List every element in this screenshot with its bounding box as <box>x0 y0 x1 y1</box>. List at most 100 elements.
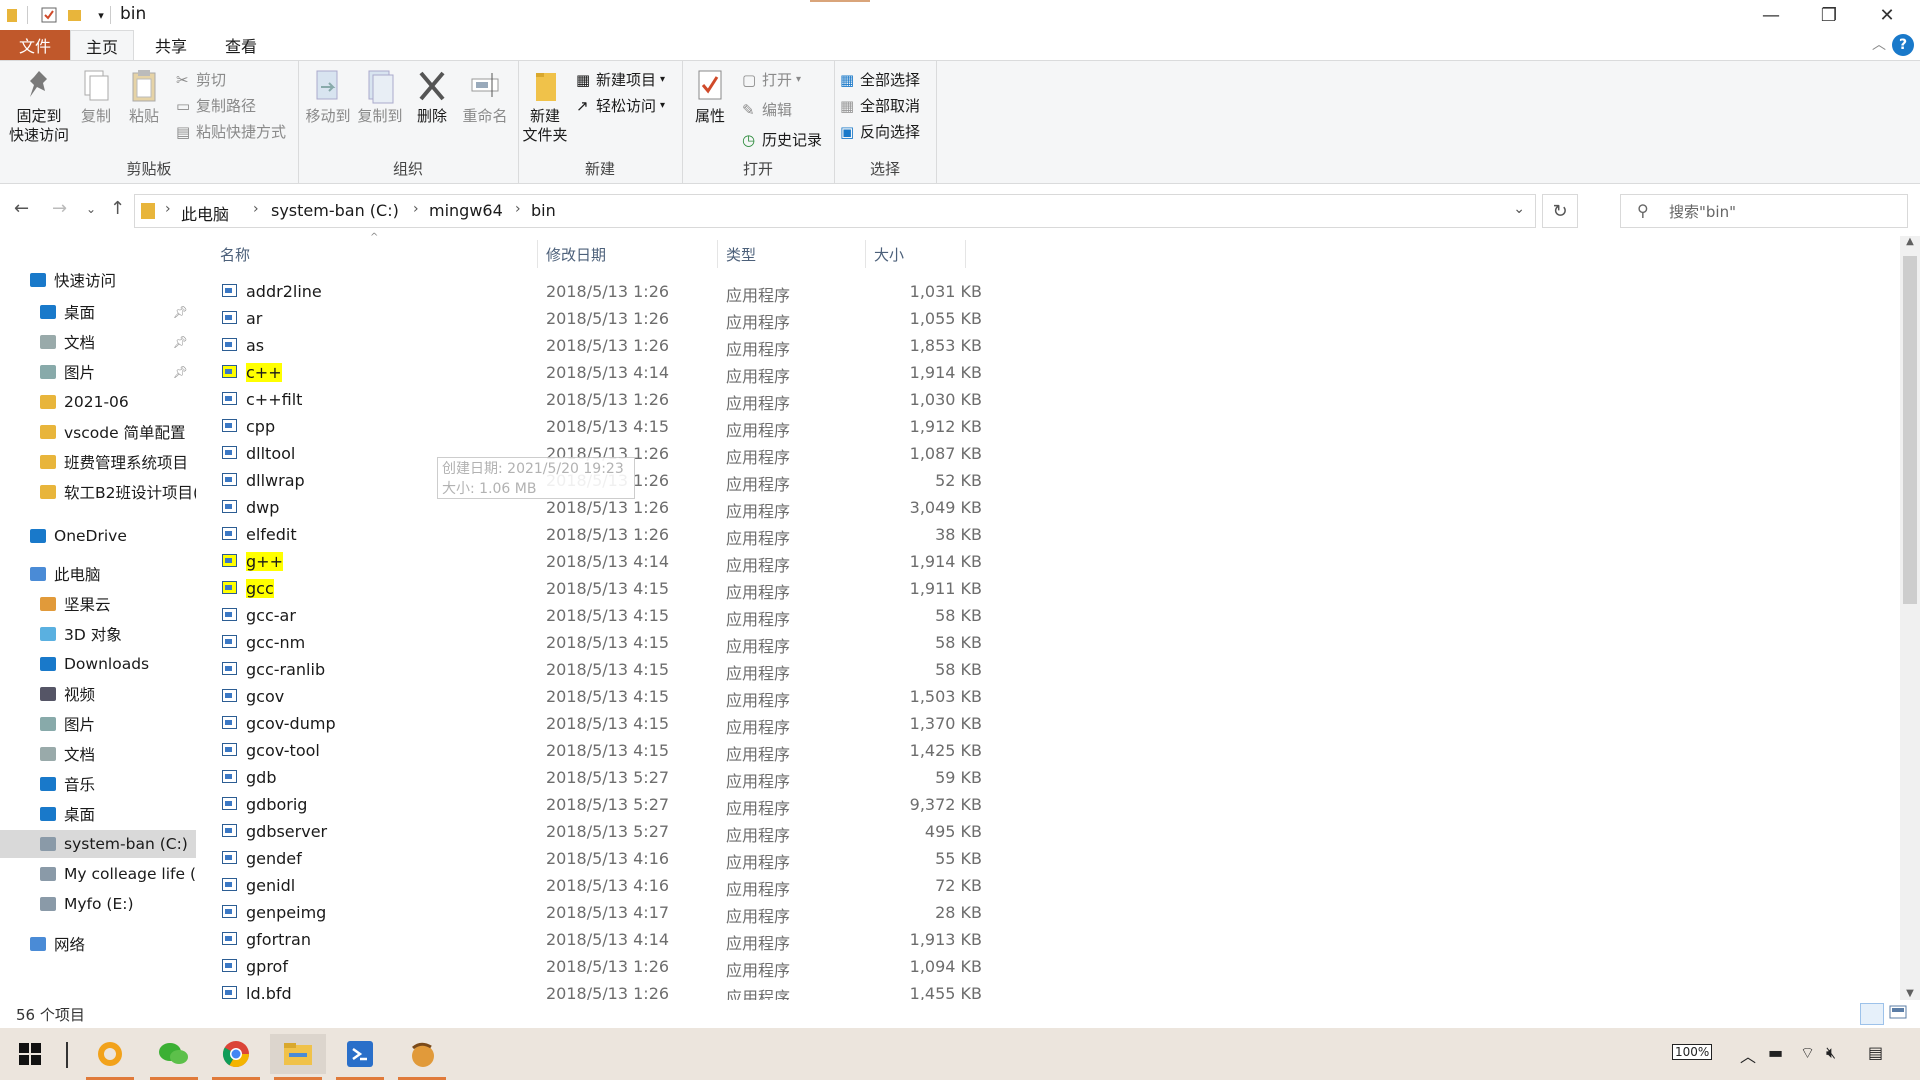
nav-item[interactable]: 2021-06 <box>0 388 196 416</box>
copy-button[interactable]: 复制 <box>76 67 116 126</box>
browser-icon[interactable] <box>82 1034 138 1080</box>
file-row[interactable]: gdb 2018/5/13 5:27 应用程序 59 KB <box>218 764 1178 791</box>
cut-button[interactable]: ✂ 剪切 <box>176 67 226 91</box>
file-row[interactable]: dwp 2018/5/13 1:26 应用程序 3,049 KB <box>218 494 1178 521</box>
tab-view[interactable]: 查看 <box>210 30 272 60</box>
nav-item[interactable]: 班费管理系统项目 <box>0 448 196 476</box>
nav-item[interactable]: system-ban (C:) <box>0 830 196 858</box>
file-row[interactable]: gdbserver 2018/5/13 5:27 应用程序 495 KB <box>218 818 1178 845</box>
breadcrumb-mingw64[interactable]: mingw64 <box>429 201 503 220</box>
file-row[interactable]: gprof 2018/5/13 1:26 应用程序 1,094 KB <box>218 953 1178 980</box>
file-row[interactable]: gcc-ranlib 2018/5/13 4:15 应用程序 58 KB <box>218 656 1178 683</box>
paste-shortcut-button[interactable]: ▤ 粘贴快捷方式 <box>176 119 286 143</box>
tab-file[interactable]: 文件 <box>0 30 70 60</box>
new-folder-button[interactable]: 新建 文件夹 <box>522 67 568 145</box>
properties-quick-icon[interactable] <box>38 4 60 26</box>
tray-device-icon[interactable]: ▬ <box>1768 1043 1783 1062</box>
easy-access-button[interactable]: ↗ 轻松访问 ▾ <box>576 93 665 117</box>
tab-home[interactable]: 主页 <box>70 30 134 61</box>
file-row[interactable]: c++filt 2018/5/13 1:26 应用程序 1,030 KB <box>218 386 1178 413</box>
paste-button[interactable]: 粘贴 <box>124 67 164 126</box>
nav-item[interactable]: vscode 简单配置 <box>0 418 196 446</box>
scrollbar-thumb[interactable] <box>1903 256 1917 604</box>
vertical-scrollbar[interactable]: ▲ ▼ <box>1900 236 1920 1006</box>
column-header-date[interactable]: 修改日期 <box>538 240 718 268</box>
address-bar[interactable]: › 此电脑 › system-ban (C:) › mingw64 › bin … <box>134 194 1536 228</box>
nav-item[interactable]: 桌面 📌︎ <box>0 298 196 326</box>
tab-share[interactable]: 共享 <box>140 30 202 60</box>
nav-item[interactable]: 文档 <box>0 740 196 768</box>
tray-expand-icon[interactable]: ︿ <box>1740 1043 1756 1067</box>
nav-item[interactable]: 软工B2班设计项目( <box>0 478 196 506</box>
nav-item[interactable]: Downloads <box>0 650 196 678</box>
file-row[interactable]: dllwrap2018/5/13 1:26应用程序52 KB <box>218 467 1178 494</box>
file-row[interactable]: c++ 2018/5/13 4:14 应用程序 1,914 KB <box>218 359 1178 386</box>
breadcrumb-this-pc[interactable]: 此电脑 <box>181 201 229 225</box>
file-row[interactable]: as 2018/5/13 1:26 应用程序 1,853 KB <box>218 332 1178 359</box>
history-button[interactable]: ◷ 历史记录 <box>742 127 822 151</box>
file-row[interactable]: gcov-dump 2018/5/13 4:15 应用程序 1,370 KB <box>218 710 1178 737</box>
close-button[interactable]: ✕ <box>1858 0 1916 30</box>
rename-button[interactable]: 重命名 <box>460 67 510 126</box>
customize-quick-access-icon[interactable]: ▾ <box>90 4 112 26</box>
search-input[interactable]: ⚲ 搜索"bin" <box>1620 194 1908 228</box>
nav-item[interactable]: 图片 <box>0 710 196 738</box>
notification-icon[interactable]: ▤ <box>1868 1043 1883 1062</box>
nav-item[interactable]: 坚果云 <box>0 590 196 618</box>
column-header-size[interactable]: 大小 <box>866 240 966 268</box>
file-row[interactable]: gcov 2018/5/13 4:15 应用程序 1,503 KB <box>218 683 1178 710</box>
open-button[interactable]: ▢ 打开 ▾ <box>742 67 801 91</box>
nav-item[interactable]: 视频 <box>0 680 196 708</box>
volume-muted-icon[interactable]: 🔇︎ <box>1826 1043 1836 1063</box>
large-icons-view-icon[interactable] <box>1888 1003 1910 1023</box>
breadcrumb-bin[interactable]: bin <box>531 201 556 220</box>
collapse-ribbon-icon[interactable]: ︿ <box>1872 34 1886 54</box>
battery-icon[interactable]: 100% <box>1672 1041 1713 1060</box>
address-dropdown-icon[interactable]: ⌄ <box>1513 201 1525 217</box>
nav-item[interactable]: 音乐 <box>0 770 196 798</box>
nav-item[interactable]: 文档 📌︎ <box>0 328 196 356</box>
select-none-button[interactable]: ▦ 全部取消 <box>840 93 920 117</box>
scroll-up-icon[interactable]: ▲ <box>1900 236 1920 254</box>
windows-start-icon[interactable] <box>2 1034 58 1074</box>
nav-item[interactable]: OneDrive <box>0 522 196 550</box>
new-item-button[interactable]: ▦ 新建项目 ▾ <box>576 67 665 91</box>
file-row[interactable]: gdborig 2018/5/13 5:27 应用程序 9,372 KB <box>218 791 1178 818</box>
vscode-icon[interactable] <box>332 1034 388 1080</box>
file-row[interactable]: gcc 2018/5/13 4:15 应用程序 1,911 KB <box>218 575 1178 602</box>
forward-arrow-icon[interactable]: → <box>52 198 67 219</box>
properties-button[interactable]: 属性 <box>690 67 730 126</box>
file-row[interactable]: gcc-nm 2018/5/13 4:15 应用程序 58 KB <box>218 629 1178 656</box>
nav-item[interactable]: 快速访问 <box>0 266 196 294</box>
minimize-button[interactable]: — <box>1742 0 1800 30</box>
nav-item[interactable]: 网络 <box>0 930 196 958</box>
column-header-type[interactable]: 类型 <box>718 240 866 268</box>
breadcrumb-drive[interactable]: system-ban (C:) <box>271 201 399 220</box>
pin-to-quick-access-button[interactable]: 固定到 快速访问 <box>6 67 72 145</box>
wechat-icon[interactable] <box>146 1034 202 1080</box>
invert-selection-button[interactable]: ▣ 反向选择 <box>840 119 920 143</box>
file-row[interactable]: g++ 2018/5/13 4:14 应用程序 1,914 KB <box>218 548 1178 575</box>
file-row[interactable]: cpp 2018/5/13 4:15 应用程序 1,912 KB <box>218 413 1178 440</box>
copy-to-button[interactable]: 复制到 <box>356 67 404 126</box>
file-row[interactable]: genpeimg 2018/5/13 4:17 应用程序 28 KB <box>218 899 1178 926</box>
maximize-button[interactable]: ❐ <box>1800 0 1858 30</box>
wifi-icon[interactable]: ⌔ <box>1800 1043 1815 1063</box>
nav-item[interactable]: 图片 📌︎ <box>0 358 196 386</box>
nav-item[interactable]: Myfo (E:) <box>0 890 196 918</box>
delete-button[interactable]: 删除 <box>412 67 452 126</box>
select-all-button[interactable]: ▦ 全部选择 <box>840 67 920 91</box>
refresh-icon[interactable]: ↻ <box>1542 194 1578 228</box>
nav-item[interactable]: 此电脑 <box>0 560 196 588</box>
edit-button[interactable]: ✎ 编辑 <box>742 97 792 121</box>
move-to-button[interactable]: 移动到 <box>304 67 352 126</box>
file-row[interactable]: elfedit 2018/5/13 1:26 应用程序 38 KB <box>218 521 1178 548</box>
file-row[interactable]: gendef 2018/5/13 4:16 应用程序 55 KB <box>218 845 1178 872</box>
details-view-icon[interactable] <box>1860 1003 1884 1025</box>
file-row[interactable]: ar 2018/5/13 1:26 应用程序 1,055 KB <box>218 305 1178 332</box>
up-arrow-icon[interactable]: ↑ <box>110 198 125 219</box>
file-row[interactable]: dlltool 2018/5/13 1:26 应用程序 1,087 KB <box>218 440 1178 467</box>
file-row[interactable]: genidl 2018/5/13 4:16 应用程序 72 KB <box>218 872 1178 899</box>
help-icon[interactable]: ? <box>1892 34 1914 56</box>
nutstore-icon[interactable] <box>394 1034 450 1080</box>
